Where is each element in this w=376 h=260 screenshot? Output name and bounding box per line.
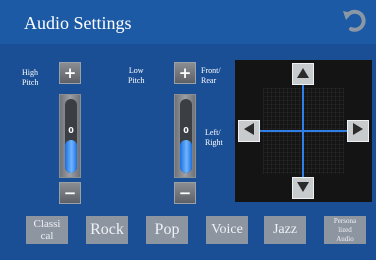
preset-voice-button[interactable]: Voice bbox=[206, 216, 248, 244]
triangle-right-icon bbox=[353, 122, 363, 140]
header-bar: Audio Settings bbox=[0, 0, 376, 44]
high-pitch-decrease-button[interactable]: − bbox=[59, 182, 81, 204]
low-pitch-decrease-button[interactable]: − bbox=[174, 182, 196, 204]
high-pitch-groove bbox=[65, 99, 77, 173]
low-pitch-value: 0 bbox=[183, 126, 189, 135]
triangle-down-icon bbox=[297, 179, 309, 197]
high-pitch-track[interactable]: 0 bbox=[59, 94, 81, 178]
balance-up-button[interactable] bbox=[292, 63, 314, 85]
back-button[interactable] bbox=[338, 6, 370, 38]
low-pitch-label: Low Pitch bbox=[128, 66, 145, 85]
low-pitch-slider: + 0 − bbox=[174, 62, 196, 204]
high-pitch-level-fill bbox=[65, 139, 77, 173]
low-pitch-groove bbox=[180, 99, 192, 173]
balance-pad[interactable] bbox=[235, 60, 372, 202]
balance-left-button[interactable] bbox=[238, 120, 260, 142]
undo-arrow-icon bbox=[341, 7, 367, 38]
triangle-left-icon bbox=[244, 122, 254, 140]
low-pitch-level-fill bbox=[180, 139, 192, 173]
high-pitch-value: 0 bbox=[68, 126, 74, 135]
balance-down-button[interactable] bbox=[292, 177, 314, 199]
preset-rock-button[interactable]: Rock bbox=[86, 216, 128, 244]
high-pitch-slider: + 0 − bbox=[59, 62, 81, 204]
front-rear-label: Front/ Rear bbox=[201, 66, 221, 85]
preset-jazz-button[interactable]: Jazz bbox=[264, 216, 306, 244]
high-pitch-increase-button[interactable]: + bbox=[59, 62, 81, 84]
high-pitch-label: High Pitch bbox=[22, 68, 39, 87]
preset-pop-button[interactable]: Pop bbox=[146, 216, 188, 244]
low-pitch-track[interactable]: 0 bbox=[174, 94, 196, 178]
page-title: Audio Settings bbox=[24, 13, 132, 33]
preset-classical-button[interactable]: Classi cal bbox=[26, 216, 68, 244]
balance-right-button[interactable] bbox=[347, 120, 369, 142]
low-pitch-increase-button[interactable]: + bbox=[174, 62, 196, 84]
left-right-label: Left/ Right bbox=[205, 128, 223, 147]
triangle-up-icon bbox=[297, 65, 309, 83]
preset-personalized-audio-button[interactable]: Persona lized Audio bbox=[324, 216, 366, 244]
